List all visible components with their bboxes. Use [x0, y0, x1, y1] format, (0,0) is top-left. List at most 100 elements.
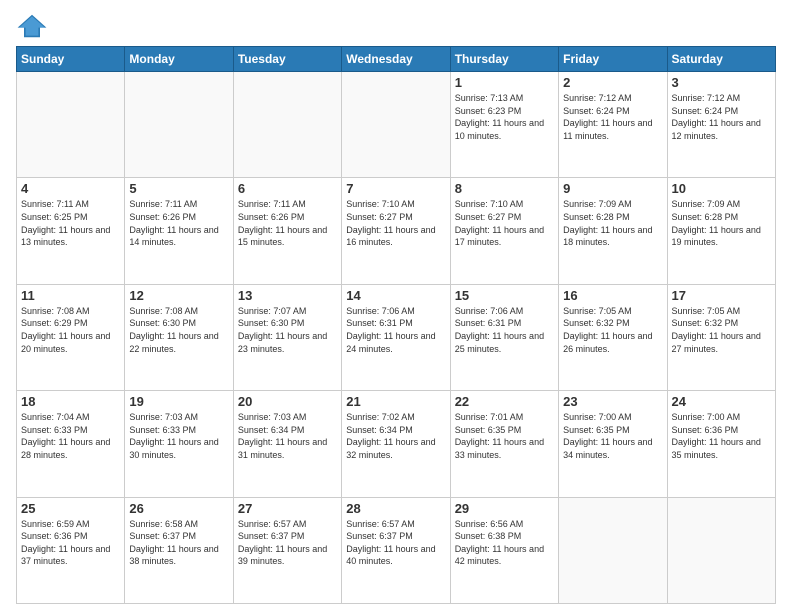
calendar-day-cell — [667, 497, 775, 603]
calendar-day-cell: 1 Sunrise: 7:13 AM Sunset: 6:23 PM Daylig… — [450, 72, 558, 178]
day-info: Sunrise: 7:10 AM Sunset: 6:27 PM Dayligh… — [346, 198, 445, 248]
day-number: 4 — [21, 181, 120, 196]
calendar-day-cell: 11 Sunrise: 7:08 AM Sunset: 6:29 PM Dayli… — [17, 284, 125, 390]
calendar-day-cell: 20 Sunrise: 7:03 AM Sunset: 6:34 PM Dayli… — [233, 391, 341, 497]
header — [16, 12, 776, 40]
day-number: 16 — [563, 288, 662, 303]
day-info: Sunrise: 6:57 AM Sunset: 6:37 PM Dayligh… — [346, 518, 445, 568]
day-number: 10 — [672, 181, 771, 196]
day-number: 17 — [672, 288, 771, 303]
day-number: 14 — [346, 288, 445, 303]
day-number: 15 — [455, 288, 554, 303]
day-info: Sunrise: 7:09 AM Sunset: 6:28 PM Dayligh… — [563, 198, 662, 248]
day-info: Sunrise: 7:08 AM Sunset: 6:30 PM Dayligh… — [129, 305, 228, 355]
day-info: Sunrise: 7:05 AM Sunset: 6:32 PM Dayligh… — [672, 305, 771, 355]
day-number: 2 — [563, 75, 662, 90]
calendar-day-cell — [233, 72, 341, 178]
day-number: 13 — [238, 288, 337, 303]
calendar-week-row: 1 Sunrise: 7:13 AM Sunset: 6:23 PM Daylig… — [17, 72, 776, 178]
calendar-week-row: 25 Sunrise: 6:59 AM Sunset: 6:36 PM Dayli… — [17, 497, 776, 603]
calendar-day-cell: 29 Sunrise: 6:56 AM Sunset: 6:38 PM Dayli… — [450, 497, 558, 603]
calendar-day-cell: 6Sunrise: 7:11 AM Sunset: 6:26 PM Daylig… — [233, 178, 341, 284]
calendar-day-cell: 9 Sunrise: 7:09 AM Sunset: 6:28 PM Daylig… — [559, 178, 667, 284]
calendar-day-cell — [125, 72, 233, 178]
day-number: 18 — [21, 394, 120, 409]
logo — [16, 12, 52, 40]
day-info: Sunrise: 7:12 AM Sunset: 6:24 PM Dayligh… — [672, 92, 771, 142]
day-info: Sunrise: 7:08 AM Sunset: 6:29 PM Dayligh… — [21, 305, 120, 355]
calendar-day-cell: 24 Sunrise: 7:00 AM Sunset: 6:36 PM Dayli… — [667, 391, 775, 497]
calendar-day-cell: 28 Sunrise: 6:57 AM Sunset: 6:37 PM Dayli… — [342, 497, 450, 603]
calendar-day-cell: 22 Sunrise: 7:01 AM Sunset: 6:35 PM Dayli… — [450, 391, 558, 497]
calendar-day-cell: 26Sunrise: 6:58 AM Sunset: 6:37 PM Dayli… — [125, 497, 233, 603]
day-number: 23 — [563, 394, 662, 409]
day-info: Sunrise: 7:13 AM Sunset: 6:23 PM Dayligh… — [455, 92, 554, 142]
calendar-day-cell: 25 Sunrise: 6:59 AM Sunset: 6:36 PM Dayli… — [17, 497, 125, 603]
calendar-week-row: 4Sunrise: 7:11 AM Sunset: 6:25 PM Daylig… — [17, 178, 776, 284]
calendar-day-cell — [342, 72, 450, 178]
day-number: 12 — [129, 288, 228, 303]
calendar-day-cell: 5 Sunrise: 7:11 AM Sunset: 6:26 PM Daylig… — [125, 178, 233, 284]
calendar-day-header: Thursday — [450, 47, 558, 72]
day-number: 11 — [21, 288, 120, 303]
calendar-day-cell: 19Sunrise: 7:03 AM Sunset: 6:33 PM Dayli… — [125, 391, 233, 497]
calendar-week-row: 11 Sunrise: 7:08 AM Sunset: 6:29 PM Dayli… — [17, 284, 776, 390]
day-number: 19 — [129, 394, 228, 409]
calendar-day-cell: 8Sunrise: 7:10 AM Sunset: 6:27 PM Daylig… — [450, 178, 558, 284]
calendar-day-header: Saturday — [667, 47, 775, 72]
calendar-table: SundayMondayTuesdayWednesdayThursdayFrid… — [16, 46, 776, 604]
calendar-day-header: Friday — [559, 47, 667, 72]
day-info: Sunrise: 7:01 AM Sunset: 6:35 PM Dayligh… — [455, 411, 554, 461]
day-info: Sunrise: 6:57 AM Sunset: 6:37 PM Dayligh… — [238, 518, 337, 568]
day-info: Sunrise: 7:00 AM Sunset: 6:36 PM Dayligh… — [672, 411, 771, 461]
day-number: 27 — [238, 501, 337, 516]
day-info: Sunrise: 7:10 AM Sunset: 6:27 PM Dayligh… — [455, 198, 554, 248]
day-info: Sunrise: 7:03 AM Sunset: 6:34 PM Dayligh… — [238, 411, 337, 461]
day-info: Sunrise: 7:09 AM Sunset: 6:28 PM Dayligh… — [672, 198, 771, 248]
calendar-day-header: Wednesday — [342, 47, 450, 72]
calendar-day-cell: 21Sunrise: 7:02 AM Sunset: 6:34 PM Dayli… — [342, 391, 450, 497]
day-info: Sunrise: 7:06 AM Sunset: 6:31 PM Dayligh… — [455, 305, 554, 355]
calendar-day-cell: 27 Sunrise: 6:57 AM Sunset: 6:37 PM Dayli… — [233, 497, 341, 603]
calendar-week-row: 18Sunrise: 7:04 AM Sunset: 6:33 PM Dayli… — [17, 391, 776, 497]
day-info: Sunrise: 7:02 AM Sunset: 6:34 PM Dayligh… — [346, 411, 445, 461]
calendar-day-header: Monday — [125, 47, 233, 72]
day-number: 29 — [455, 501, 554, 516]
calendar-day-cell: 10 Sunrise: 7:09 AM Sunset: 6:28 PM Dayli… — [667, 178, 775, 284]
day-number: 25 — [21, 501, 120, 516]
day-number: 9 — [563, 181, 662, 196]
day-number: 1 — [455, 75, 554, 90]
calendar-day-header: Sunday — [17, 47, 125, 72]
day-number: 20 — [238, 394, 337, 409]
calendar-day-cell: 18Sunrise: 7:04 AM Sunset: 6:33 PM Dayli… — [17, 391, 125, 497]
calendar-day-cell — [559, 497, 667, 603]
day-info: Sunrise: 7:11 AM Sunset: 6:26 PM Dayligh… — [238, 198, 337, 248]
day-number: 22 — [455, 394, 554, 409]
calendar-day-cell: 17 Sunrise: 7:05 AM Sunset: 6:32 PM Dayli… — [667, 284, 775, 390]
day-info: Sunrise: 7:00 AM Sunset: 6:35 PM Dayligh… — [563, 411, 662, 461]
calendar-day-cell: 16 Sunrise: 7:05 AM Sunset: 6:32 PM Dayli… — [559, 284, 667, 390]
day-info: Sunrise: 7:06 AM Sunset: 6:31 PM Dayligh… — [346, 305, 445, 355]
calendar-day-cell: 15 Sunrise: 7:06 AM Sunset: 6:31 PM Dayli… — [450, 284, 558, 390]
calendar-day-cell: 14 Sunrise: 7:06 AM Sunset: 6:31 PM Dayli… — [342, 284, 450, 390]
day-number: 7 — [346, 181, 445, 196]
calendar-day-cell: 23 Sunrise: 7:00 AM Sunset: 6:35 PM Dayli… — [559, 391, 667, 497]
calendar-day-cell: 2 Sunrise: 7:12 AM Sunset: 6:24 PM Daylig… — [559, 72, 667, 178]
day-info: Sunrise: 6:59 AM Sunset: 6:36 PM Dayligh… — [21, 518, 120, 568]
calendar-day-cell — [17, 72, 125, 178]
day-number: 24 — [672, 394, 771, 409]
page: SundayMondayTuesdayWednesdayThursdayFrid… — [0, 0, 792, 612]
calendar-day-cell: 13 Sunrise: 7:07 AM Sunset: 6:30 PM Dayli… — [233, 284, 341, 390]
calendar-header-row: SundayMondayTuesdayWednesdayThursdayFrid… — [17, 47, 776, 72]
day-info: Sunrise: 7:11 AM Sunset: 6:26 PM Dayligh… — [129, 198, 228, 248]
day-number: 28 — [346, 501, 445, 516]
day-info: Sunrise: 7:05 AM Sunset: 6:32 PM Dayligh… — [563, 305, 662, 355]
calendar-day-cell: 12 Sunrise: 7:08 AM Sunset: 6:30 PM Dayli… — [125, 284, 233, 390]
day-info: Sunrise: 6:56 AM Sunset: 6:38 PM Dayligh… — [455, 518, 554, 568]
day-number: 5 — [129, 181, 228, 196]
calendar-day-cell: 7 Sunrise: 7:10 AM Sunset: 6:27 PM Daylig… — [342, 178, 450, 284]
day-info: Sunrise: 7:07 AM Sunset: 6:30 PM Dayligh… — [238, 305, 337, 355]
logo-icon — [16, 12, 48, 40]
calendar-day-cell: 3Sunrise: 7:12 AM Sunset: 6:24 PM Daylig… — [667, 72, 775, 178]
day-info: Sunrise: 7:12 AM Sunset: 6:24 PM Dayligh… — [563, 92, 662, 142]
